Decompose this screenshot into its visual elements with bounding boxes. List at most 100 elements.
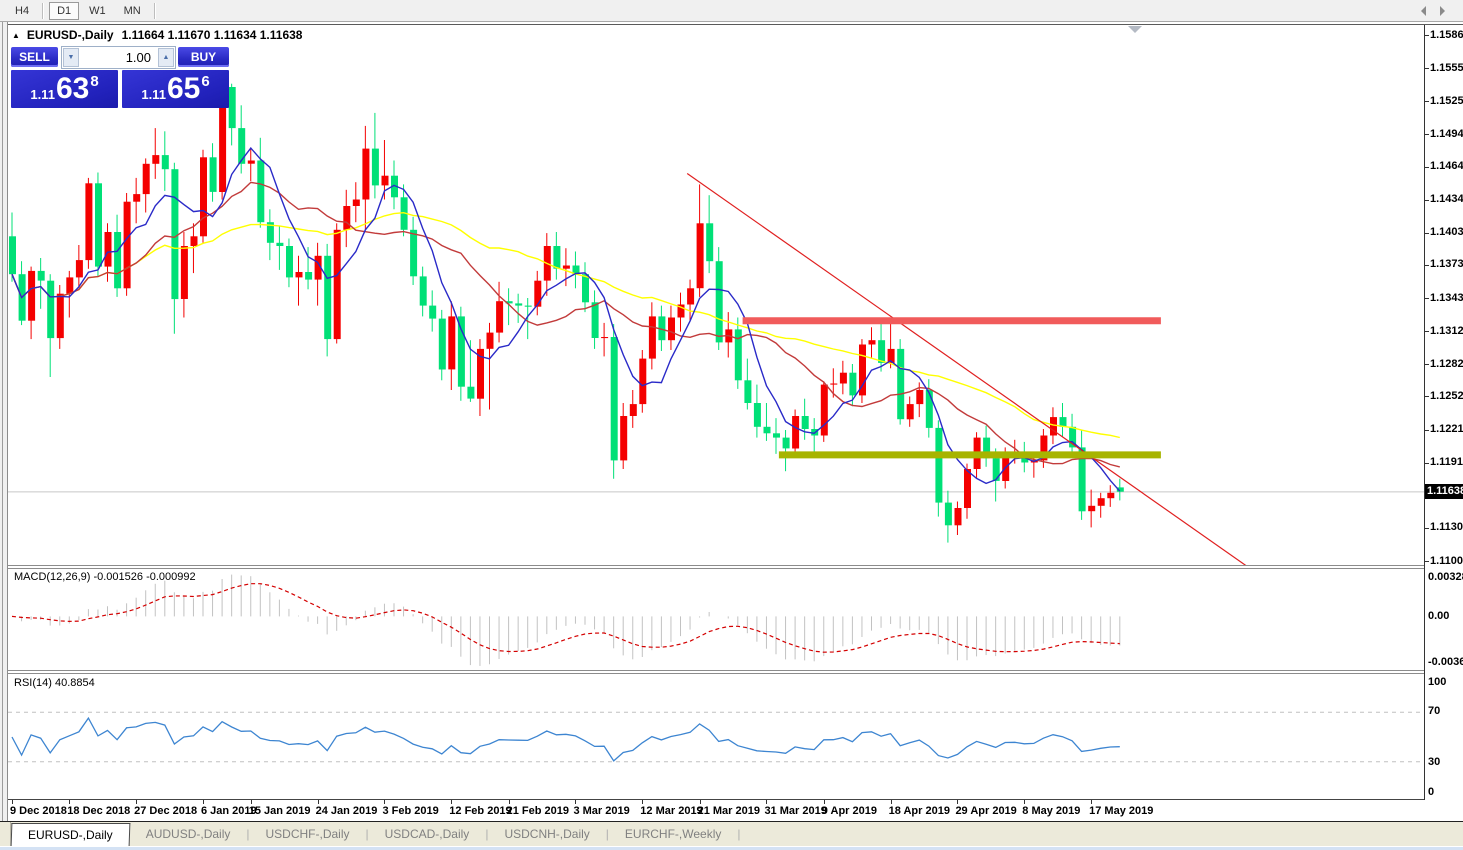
chart-svg[interactable] [8, 25, 1424, 800]
rsi-indicator-label: RSI(14) 40.8854 [14, 677, 95, 689]
candle-body [28, 270, 36, 321]
candle-body [37, 270, 45, 281]
tab-eurchf[interactable]: EURCHF-,Weekly [609, 822, 737, 846]
date-tick-label: 18 Dec 2018 [67, 805, 131, 817]
candle-body [944, 502, 952, 526]
candle-body [839, 372, 847, 384]
date-tick-label: 21 Mar 2019 [697, 805, 760, 817]
date-tick-mark [766, 800, 768, 804]
window-bottom-edge [0, 846, 1463, 850]
candle-body [295, 272, 303, 278]
candle-body [448, 316, 456, 370]
timeframe-button-h4[interactable]: H4 [7, 2, 37, 20]
trade-panel-collapse-icon[interactable]: ▲ [12, 31, 20, 40]
tab-separator: | [737, 827, 741, 841]
chart-title: ▲ EURUSD-,Daily 1.11664 1.11670 1.11634 … [12, 28, 302, 42]
candle-body [715, 261, 723, 343]
volume-input[interactable] [80, 47, 157, 68]
candle-body [639, 358, 647, 405]
candle-body [524, 305, 532, 307]
candle-body [562, 265, 570, 269]
candle-body [85, 183, 93, 261]
chart-tab-bar: EURUSD-,Daily AUDUSD-,Daily | USDCHF-,Daily… [0, 821, 1463, 846]
candle-body [744, 380, 752, 403]
candle-body [601, 337, 609, 339]
price-tick-mark [1425, 429, 1429, 431]
timeframe-button-mn[interactable]: MN [116, 2, 149, 20]
price-pane [8, 74, 1424, 565]
rsi-scale-100: 100 [1428, 676, 1447, 688]
candle-body [687, 288, 695, 305]
sell-price-display[interactable]: 1.11 63 8 [11, 70, 118, 108]
date-tick-mark [1024, 800, 1026, 804]
tab-label: USDCNH-,Daily [504, 827, 590, 841]
chart-scroll-position-icon [1128, 26, 1142, 33]
candle-body [1088, 505, 1096, 512]
date-tick-mark [823, 800, 825, 804]
tab-bar-edge [0, 822, 11, 846]
tab-usdchf[interactable]: USDCHF-,Daily [250, 822, 366, 846]
tab-label: USDCHF-,Daily [265, 827, 350, 841]
toolbar-separator [42, 2, 45, 19]
price-scale[interactable]: 1.11638 0.003287 0.00 -0.00365 100 70 30… [1425, 25, 1463, 800]
tab-scroll-right-icon[interactable] [1440, 6, 1445, 16]
price-tick-label: 1.11000 [1430, 554, 1463, 567]
timeframe-toolbar: H4 D1 W1 MN [0, 0, 1463, 22]
chart-symbol-label: EURUSD-,Daily [26, 28, 114, 42]
date-tick-label: 3 Mar 2019 [573, 805, 630, 817]
date-tick-label: 8 May 2019 [1022, 805, 1081, 817]
buy-price-display[interactable]: 1.11 65 6 [122, 70, 229, 108]
volume-increase-button[interactable]: ▲ [158, 48, 174, 67]
candle-body [696, 223, 704, 289]
one-click-trading-panel: SELL ▼ ▲ BUY 1.11 63 8 1.11 65 6 [11, 46, 229, 108]
sell-price-main: 63 [55, 72, 90, 105]
tab-label: USDCAD-,Daily [384, 827, 470, 841]
candle-body [123, 201, 131, 289]
date-tick-mark [203, 800, 204, 804]
volume-decrease-button[interactable]: ▼ [63, 48, 79, 67]
date-tick-label: 12 Feb 2019 [449, 805, 512, 817]
tab-usdcad[interactable]: USDCAD-,Daily [369, 822, 486, 846]
candle-body [324, 255, 332, 340]
date-tick-mark [957, 800, 959, 804]
tab-usdcnh[interactable]: USDCNH-,Daily [488, 822, 605, 846]
timeframe-button-d1[interactable]: D1 [49, 1, 80, 20]
candle-body [352, 199, 360, 206]
chevron-up-icon: ▲ [162, 54, 170, 61]
candle-body [133, 194, 141, 202]
candle-body [610, 337, 618, 461]
price-tick-label: 1.15250 [1430, 94, 1463, 107]
candle-body [457, 316, 465, 387]
date-tick-mark [69, 800, 71, 804]
candle-body [782, 437, 790, 449]
candle-body [66, 277, 74, 294]
date-tick-label: 12 Mar 2019 [640, 805, 703, 817]
tab-label: EURUSD-,Daily [27, 828, 113, 842]
tab-scroll-left-icon[interactable] [1421, 6, 1426, 16]
date-tick-label: 15 Jan 2019 [248, 805, 311, 817]
price-tick-mark [1425, 364, 1429, 366]
price-tick-mark [1425, 396, 1429, 398]
candle-body [925, 390, 933, 428]
terminal-window: H4 D1 W1 MN ▲ EURUSD-,Daily 1.11664 1.11670… [0, 0, 1463, 850]
candle-body [763, 426, 771, 434]
tab-eurusd[interactable]: EURUSD-,Daily [10, 823, 131, 846]
price-tick-mark [1425, 199, 1429, 201]
sell-button[interactable]: SELL [11, 47, 58, 67]
date-axis[interactable]: 9 Dec 2018 18 Dec 2018 27 Dec 2018 6 Jan 20… [8, 800, 1424, 820]
candle-body [305, 272, 313, 280]
timeframe-button-w1[interactable]: W1 [81, 2, 114, 20]
candle-body [419, 276, 427, 306]
candle-body [486, 332, 494, 349]
candle-body [964, 469, 971, 508]
current-price-badge: 1.11638 [1425, 484, 1463, 500]
macd-scale-zero: 0.00 [1428, 610, 1450, 622]
buy-button[interactable]: BUY [178, 47, 229, 67]
candle-body [515, 303, 523, 306]
chart-canvas[interactable] [8, 25, 1425, 800]
candle-body [935, 427, 943, 503]
tab-audusd[interactable]: AUDUSD-,Daily [130, 822, 247, 846]
date-tick-mark [250, 800, 252, 804]
candle-body [190, 236, 198, 246]
buy-price-main: 65 [166, 72, 201, 105]
